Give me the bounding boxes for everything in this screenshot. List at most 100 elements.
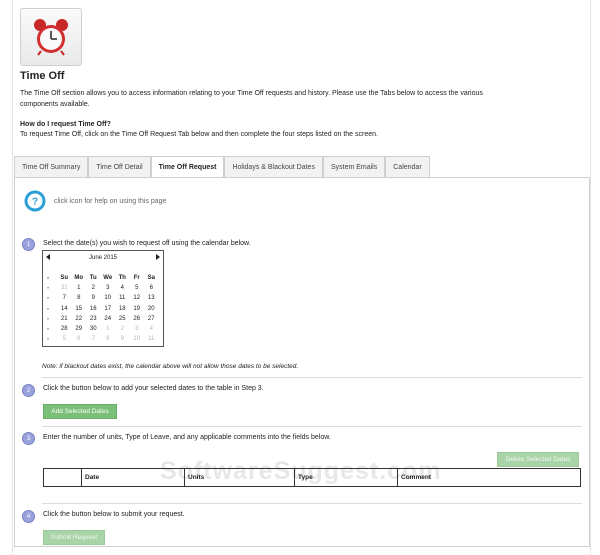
calendar-day[interactable]: 12 (130, 293, 145, 303)
calendar-day[interactable]: 9 (115, 334, 130, 344)
page: Time Off The Time Off section allows you… (0, 0, 600, 555)
calendar-day[interactable]: 11 (115, 293, 130, 303)
svg-text:?: ? (32, 197, 38, 208)
type-column-header: Type (294, 468, 398, 487)
calendar-grid: ¤ Su Mo Tu We Th Fr Sa» 31 1 2 3 4 5 6» 7 8 9 10 11 12 13» 14 1… (45, 273, 161, 344)
calendar-corner-marker: ¤ (47, 275, 50, 280)
calendar-day[interactable]: 17 (101, 304, 116, 314)
calendar-day[interactable]: 2 (115, 324, 130, 334)
select-week-icon[interactable]: » (45, 334, 57, 344)
date-column-header: Date (81, 468, 185, 487)
calendar-day[interactable]: 8 (72, 293, 87, 303)
calendar-day[interactable]: 3 (101, 283, 116, 293)
calendar-week-row: » 28 29 30 1 2 3 4 (45, 324, 161, 334)
calendar-day[interactable]: 6 (72, 334, 87, 344)
tab-holidays-blackout-dates[interactable]: Holidays & Blackout Dates (224, 156, 323, 177)
calendar-week-row: » 14 15 16 17 18 19 20 (45, 304, 161, 314)
calendar-day[interactable]: 2 (86, 283, 101, 293)
step-3-badge: 3 (22, 432, 35, 445)
calendar-weekday-label: We (103, 275, 113, 281)
calendar-day[interactable]: 10 (101, 293, 116, 303)
calendar-day[interactable]: 31 (57, 283, 72, 293)
calendar-day[interactable]: 8 (101, 334, 116, 344)
calendar-day[interactable]: 22 (72, 314, 87, 324)
tab-system-emails[interactable]: System Emails (322, 156, 386, 177)
calendar-day[interactable]: 10 (130, 334, 145, 344)
calendar-day[interactable]: 14 (57, 304, 72, 314)
step-4-badge: 4 (22, 510, 35, 523)
delete-selected-dates-button[interactable]: Delete Selected Dates (497, 452, 579, 467)
calendar-month-label: June 2015 (88, 254, 118, 261)
divider (42, 503, 582, 504)
step-4-text: Click the button below to submit your re… (43, 511, 185, 518)
calendar-day[interactable]: 30 (86, 324, 101, 334)
calendar-day[interactable]: 25 (115, 314, 130, 324)
units-column-header: Units (184, 468, 295, 487)
page-title: Time Off (20, 70, 65, 82)
calendar-day[interactable]: 7 (86, 334, 101, 344)
calendar-day[interactable]: 20 (144, 304, 159, 314)
calendar-weekday-row: ¤ Su Mo Tu We Th Fr Sa (45, 273, 161, 283)
frame-right-border (590, 0, 591, 555)
calendar-day[interactable]: 11 (144, 334, 159, 344)
calendar-day[interactable]: 26 (130, 314, 145, 324)
calendar-day[interactable]: 16 (86, 304, 101, 314)
alarm-clock-icon (20, 8, 82, 66)
intro-text: The Time Off section allows you to acces… (20, 90, 483, 108)
previous-month-icon[interactable] (46, 254, 50, 260)
calendar-day[interactable]: 18 (115, 304, 130, 314)
calendar-weekday-label: Sa (147, 275, 155, 281)
calendar-weekday-label: Mo (74, 275, 84, 281)
calendar-weekday-label: Fr (133, 275, 140, 281)
calendar-week-row: » 21 22 23 24 25 26 27 (45, 314, 161, 324)
tab-time-off-request[interactable]: Time Off Request (150, 156, 225, 178)
calendar-day[interactable]: 24 (101, 314, 116, 324)
howto-heading: How do I request Time Off? (20, 121, 111, 128)
calendar-weekday-label: Tu (89, 275, 97, 281)
howto-text: To request Time Off, click on the Time O… (20, 131, 378, 138)
submit-request-button[interactable]: Submit Request (43, 530, 105, 545)
help-text: click icon for help on using this page (54, 198, 167, 205)
calendar-day[interactable]: 4 (144, 324, 159, 334)
calendar-day[interactable]: 7 (57, 293, 72, 303)
calendar-day[interactable]: 3 (130, 324, 145, 334)
select-week-icon[interactable]: » (45, 304, 57, 314)
calendar-day[interactable]: 5 (130, 283, 145, 293)
calendar-day[interactable]: 28 (57, 324, 72, 334)
step-3-text: Enter the number of units, Type of Leave… (43, 434, 331, 441)
calendar-week-row: » 5 6 7 8 9 10 11 (45, 334, 161, 344)
calendar-day[interactable]: 4 (115, 283, 130, 293)
step-1-text: Select the date(s) you wish to request o… (43, 240, 251, 247)
select-column-header (43, 468, 82, 487)
calendar-day[interactable]: 15 (72, 304, 87, 314)
calendar-day[interactable]: 13 (144, 293, 159, 303)
divider (42, 426, 582, 427)
help-icon[interactable]: ? (24, 190, 46, 212)
step-2-text: Click the button below to add your selec… (43, 385, 264, 392)
calendar-day[interactable]: 9 (86, 293, 101, 303)
calendar-day[interactable]: 23 (86, 314, 101, 324)
calendar-day[interactable]: 19 (130, 304, 145, 314)
divider (42, 377, 582, 378)
tab-time-off-summary[interactable]: Time Off Summary (14, 156, 89, 177)
frame-left-border (12, 0, 13, 555)
calendar-day[interactable]: 29 (72, 324, 87, 334)
calendar-day[interactable]: 6 (144, 283, 159, 293)
calendar-day[interactable]: 1 (72, 283, 87, 293)
selected-dates-table: Date Units Type Comment (43, 468, 581, 487)
add-selected-dates-button[interactable]: Add Selected Dates (43, 404, 117, 419)
calendar-day[interactable]: 5 (57, 334, 72, 344)
select-week-icon[interactable]: » (45, 283, 57, 293)
select-week-icon[interactable]: » (45, 293, 57, 303)
tab-calendar[interactable]: Calendar (385, 156, 430, 177)
tab-bar: Time Off Summary Time Off Detail Time Of… (14, 156, 430, 178)
select-week-icon[interactable]: » (45, 314, 57, 324)
next-month-icon[interactable] (156, 254, 160, 260)
tab-time-off-detail[interactable]: Time Off Detail (88, 156, 151, 177)
calendar-day[interactable]: 27 (144, 314, 159, 324)
select-week-icon[interactable]: » (45, 324, 57, 334)
date-picker-calendar: June 2015 ¤ Su Mo Tu We Th Fr Sa» 31 1 2 3 4 5 6» 7 8 9 10… (42, 250, 164, 347)
calendar-header: June 2015 (43, 251, 163, 264)
calendar-day[interactable]: 1 (101, 324, 116, 334)
calendar-day[interactable]: 21 (57, 314, 72, 324)
